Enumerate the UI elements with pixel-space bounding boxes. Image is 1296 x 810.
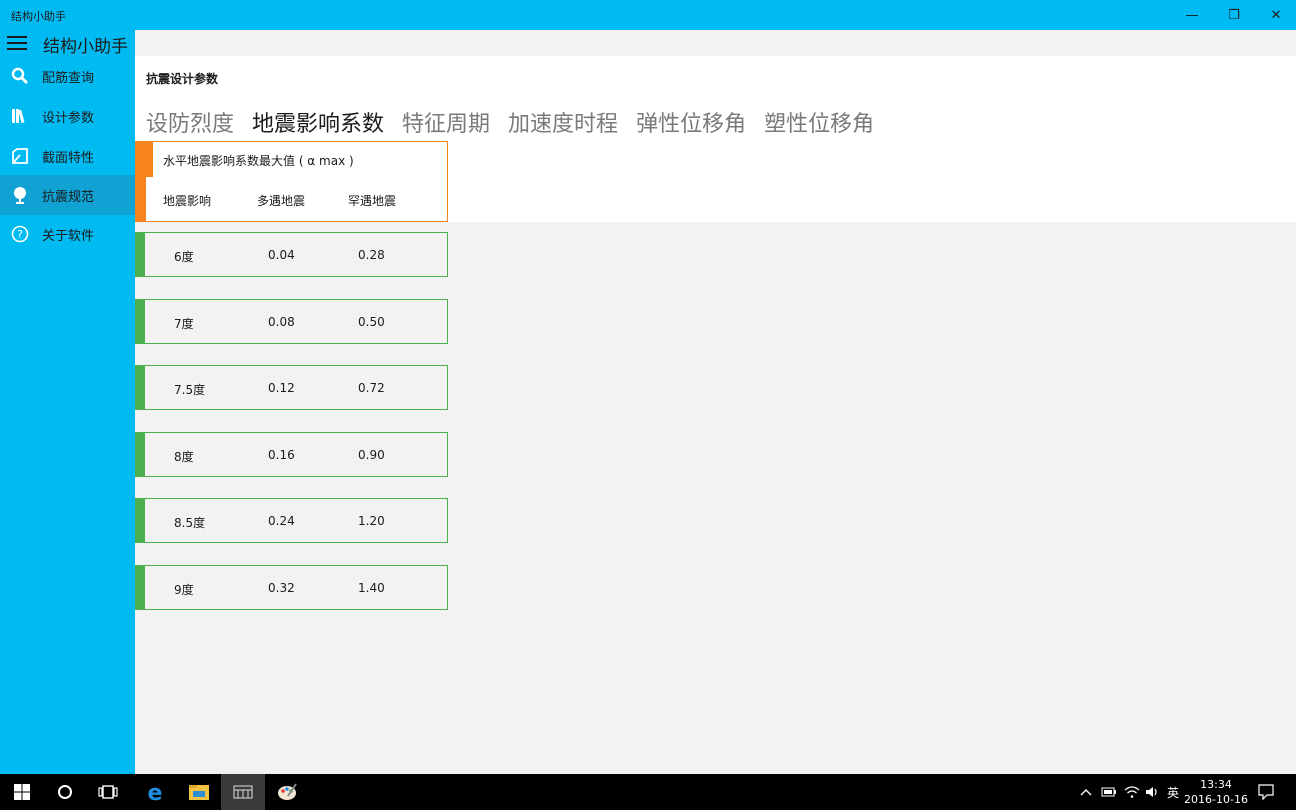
table-row[interactable]: 7.5度 0.12 0.72	[135, 365, 448, 410]
maximize-button[interactable]: ❐	[1212, 0, 1256, 30]
clock-date: 2016-10-16	[1184, 793, 1248, 806]
close-button[interactable]: ✕	[1254, 0, 1296, 30]
task-view-icon[interactable]	[86, 774, 130, 810]
cell-frequent: 0.12	[268, 381, 295, 395]
pivot-tabs: 设防烈度 地震影响系数 特征周期 加速度时程 弹性位移角 塑性位移角	[146, 106, 892, 138]
cell-rare: 1.20	[358, 514, 385, 528]
cell-rare: 1.40	[358, 581, 385, 595]
sidebar-item-label: 抗震规范	[42, 189, 95, 205]
cell-intensity: 7.5度	[174, 383, 206, 397]
cell-intensity: 7度	[174, 317, 194, 331]
svg-text:e: e	[148, 781, 163, 803]
cell-intensity: 8.5度	[174, 516, 206, 530]
svg-text:?: ?	[17, 228, 23, 241]
table-row[interactable]: 9度 0.32 1.40	[135, 565, 448, 610]
table-row[interactable]: 8.5度 0.24 1.20	[135, 498, 448, 543]
row-accent-bar	[135, 565, 145, 610]
volume-icon[interactable]	[1145, 774, 1161, 810]
sidebar-item-label: 截面特性	[42, 150, 95, 166]
tab-characteristic-period[interactable]: 特征周期	[402, 106, 490, 138]
cell-intensity: 8度	[174, 450, 194, 464]
cell-frequent: 0.16	[268, 448, 295, 462]
file-explorer-icon[interactable]	[177, 774, 221, 810]
column-header: 罕遇地震	[348, 194, 397, 208]
row-accent-bar	[135, 232, 145, 277]
cell-rare: 0.72	[358, 381, 385, 395]
section-icon	[10, 146, 30, 166]
minimize-button[interactable]: —	[1170, 0, 1214, 30]
row-accent-bar	[135, 498, 145, 543]
sidebar-item-rebar-query[interactable]: 配筋查询	[0, 56, 135, 96]
table-row[interactable]: 6度 0.04 0.28	[135, 232, 448, 277]
sidebar-item-design-params[interactable]: 设计参数	[0, 96, 135, 136]
edge-icon[interactable]: e	[133, 774, 177, 810]
tab-acceleration-history[interactable]: 加速度时程	[508, 106, 618, 138]
paint-icon[interactable]	[265, 774, 309, 810]
taskbar: e 英 13:34 2016-10-16	[0, 774, 1296, 810]
wifi-icon[interactable]	[1124, 774, 1140, 810]
tab-fortification-intensity[interactable]: 设防烈度	[146, 106, 234, 138]
cell-frequent: 0.04	[268, 248, 295, 262]
table-caption: 水平地震影响系数最大值 ( α max )	[135, 141, 448, 178]
row-accent-bar	[135, 299, 145, 344]
taskbar-clock[interactable]: 13:34 2016-10-16	[1180, 777, 1252, 807]
page-title: 抗震设计参数	[146, 72, 219, 86]
action-center-icon[interactable]	[1258, 774, 1274, 810]
ime-indicator[interactable]: 英	[1167, 774, 1179, 810]
cell-frequent: 0.32	[268, 581, 295, 595]
cell-rare: 0.50	[358, 315, 385, 329]
windows-start-icon[interactable]	[0, 774, 44, 810]
cell-rare: 0.28	[358, 248, 385, 262]
cortana-icon[interactable]	[43, 774, 87, 810]
books-icon	[10, 106, 30, 126]
column-header: 多遇地震	[257, 194, 306, 208]
sidebar-item-label: 设计参数	[42, 110, 95, 126]
caption-accent-bar	[136, 142, 153, 177]
table-header-row: 地震影响 多遇地震 罕遇地震	[135, 177, 448, 222]
tab-elastic-drift[interactable]: 弹性位移角	[636, 106, 746, 138]
column-header: 地震影响	[163, 194, 212, 208]
help-icon: ?	[10, 224, 30, 244]
hamburger-menu-icon[interactable]	[7, 36, 27, 50]
row-accent-bar	[135, 432, 145, 477]
cell-intensity: 9度	[174, 583, 194, 597]
clock-time: 13:34	[1200, 778, 1232, 791]
window-title: 结构小助手	[11, 10, 66, 23]
cell-frequent: 0.08	[268, 315, 295, 329]
search-icon	[10, 66, 30, 86]
sidebar: 结构小助手 配筋查询 设计参数 截面特性 抗震规范 ? 关于软件	[0, 30, 135, 774]
cell-intensity: 6度	[174, 250, 194, 264]
tab-plastic-drift[interactable]: 塑性位移角	[764, 106, 874, 138]
tray-chevron-icon[interactable]	[1080, 774, 1092, 810]
battery-icon[interactable]	[1101, 774, 1117, 810]
sidebar-item-label: 关于软件	[42, 228, 95, 244]
app-icon[interactable]	[221, 774, 265, 810]
sidebar-item-seismic-code[interactable]: 抗震规范	[0, 175, 135, 215]
tab-seismic-coefficient[interactable]: 地震影响系数	[252, 106, 384, 138]
header-accent-bar	[136, 177, 146, 221]
sidebar-item-about[interactable]: ? 关于软件	[0, 214, 135, 254]
sidebar-item-section-props[interactable]: 截面特性	[0, 136, 135, 176]
title-bar: 结构小助手 — ❐ ✕	[0, 0, 1296, 30]
row-accent-bar	[135, 365, 145, 410]
cell-rare: 0.90	[358, 448, 385, 462]
caption-text: 水平地震影响系数最大值 ( α max )	[163, 154, 354, 168]
globe-icon	[10, 185, 30, 205]
table-row[interactable]: 7度 0.08 0.50	[135, 299, 448, 344]
cell-frequent: 0.24	[268, 514, 295, 528]
table-row[interactable]: 8度 0.16 0.90	[135, 432, 448, 477]
sidebar-item-label: 配筋查询	[42, 70, 95, 86]
app-title: 结构小助手	[43, 37, 128, 57]
